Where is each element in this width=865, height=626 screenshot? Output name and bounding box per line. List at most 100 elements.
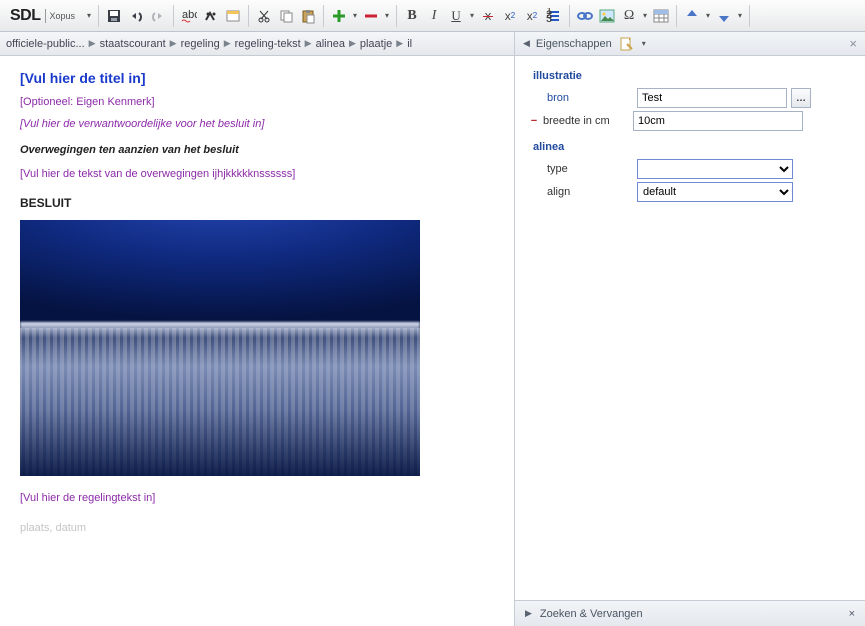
move-up-icon[interactable] [682, 6, 702, 26]
chevron-right-icon: ▶ [396, 38, 403, 49]
prop-row-type: type [527, 159, 853, 179]
chevron-right-icon: ▶ [89, 38, 96, 49]
editor-column: officiele-public... ▶ staatscourant ▶ rege… [0, 32, 515, 626]
browse-button[interactable]: … [791, 88, 811, 108]
search-replace-panel-header[interactable]: ▶ Zoeken & Vervangen × [515, 600, 865, 626]
underline-menu-drop[interactable]: ▾ [468, 8, 476, 24]
label-align: align [545, 186, 637, 198]
label-type: type [545, 163, 637, 175]
remove-icon[interactable] [361, 6, 381, 26]
separator [173, 5, 174, 27]
svg-text:2: 2 [546, 9, 552, 21]
crumb-5[interactable]: plaatje [360, 38, 392, 50]
product-name: Xopus [45, 9, 80, 23]
doc-optioneel[interactable]: [Optioneel: Eigen Kenmerk] [20, 96, 494, 108]
find-icon[interactable] [201, 6, 221, 26]
side-column: ◀ Eigenschappen ▾ × illustratie bron … −… [515, 32, 865, 626]
italic-icon[interactable]: I [424, 6, 444, 26]
expand-icon[interactable]: ▶ [525, 608, 532, 619]
label-breedte: breedte in cm [541, 115, 633, 127]
breadcrumb: officiele-public... ▶ staatscourant ▶ rege… [0, 32, 514, 56]
separator [676, 5, 677, 27]
chevron-right-icon: ▶ [170, 38, 177, 49]
cut-icon[interactable] [254, 6, 274, 26]
doc-besluit-head[interactable]: BESLUIT [20, 196, 494, 210]
underline-icon[interactable]: U [446, 6, 466, 26]
move-up-menu-drop[interactable]: ▾ [704, 8, 712, 24]
remove-menu-drop[interactable]: ▾ [383, 8, 391, 24]
panel-menu-drop[interactable]: ▾ [640, 36, 648, 52]
spellcheck-icon[interactable]: abc [179, 6, 199, 26]
doc-verantwoordelijke[interactable]: [Vul hier de verwantwoordelijke voor het… [20, 118, 494, 130]
toggle-panel-icon[interactable] [223, 6, 243, 26]
main-toolbar: SDL Xopus ▾ abc ▾ ▾ B I U ▾ x x2 x2 123 … [0, 0, 865, 32]
add-menu-drop[interactable]: ▾ [351, 8, 359, 24]
brand-logo: SDL [4, 7, 41, 25]
superscript-icon[interactable]: x2 [500, 6, 520, 26]
subscript-icon[interactable]: x2 [522, 6, 542, 26]
bold-icon[interactable]: B [402, 6, 422, 26]
save-icon[interactable] [104, 6, 124, 26]
section-illustratie: illustratie [533, 70, 853, 82]
separator [569, 5, 570, 27]
main-area: officiele-public... ▶ staatscourant ▶ rege… [0, 32, 865, 626]
crumb-6[interactable]: il [407, 38, 412, 50]
panel-doc-icon[interactable] [618, 36, 634, 52]
document-editor[interactable]: [Vul hier de titel in] [Optioneel: Eigen… [0, 56, 514, 626]
svg-text:abc: abc [182, 9, 197, 21]
product-menu-drop[interactable]: ▾ [85, 8, 93, 24]
image-icon[interactable] [597, 6, 617, 26]
separator [98, 5, 99, 27]
chevron-right-icon: ▶ [224, 38, 231, 49]
prop-row-breedte: − breedte in cm [527, 111, 853, 131]
search-replace-title: Zoeken & Vervangen [540, 608, 643, 620]
table-icon[interactable] [651, 6, 671, 26]
chevron-right-icon: ▶ [305, 38, 312, 49]
separator [396, 5, 397, 27]
select-align[interactable]: default [637, 182, 793, 202]
svg-text:1: 1 [546, 8, 552, 17]
list-icon[interactable]: 123 [544, 6, 564, 26]
input-breedte[interactable] [633, 111, 803, 131]
close-icon[interactable]: × [849, 608, 855, 620]
prop-row-align: align default [527, 182, 853, 202]
paste-icon[interactable] [298, 6, 318, 26]
strike-icon[interactable]: x [478, 6, 498, 26]
doc-overwegingen-head[interactable]: Overwegingen ten aanzien van het besluit [20, 144, 494, 156]
input-bron[interactable] [637, 88, 787, 108]
move-down-icon[interactable] [714, 6, 734, 26]
move-down-menu-drop[interactable]: ▾ [736, 8, 744, 24]
link-icon[interactable] [575, 6, 595, 26]
separator [749, 5, 750, 27]
select-type[interactable] [637, 159, 793, 179]
crumb-3[interactable]: regeling-tekst [235, 38, 301, 50]
doc-regelingtekst[interactable]: [Vul hier de regelingtekst in] [20, 492, 494, 504]
redo-icon[interactable] [148, 6, 168, 26]
properties-body: illustratie bron … − breedte in cm aline… [515, 56, 865, 600]
doc-image[interactable] [20, 220, 420, 476]
undo-icon[interactable] [126, 6, 146, 26]
crumb-2[interactable]: regeling [181, 38, 220, 50]
add-icon[interactable] [329, 6, 349, 26]
label-bron[interactable]: bron [545, 92, 637, 104]
crumb-1[interactable]: staatscourant [100, 38, 166, 50]
svg-text:3: 3 [546, 13, 552, 24]
separator [248, 5, 249, 27]
doc-plaats-datum[interactable]: plaats, datum [20, 522, 494, 534]
doc-overwegingen-text[interactable]: [Vul hier de tekst van de overwegingen i… [20, 168, 494, 180]
image-fg [20, 328, 420, 476]
panel-title: Eigenschappen [536, 38, 612, 50]
separator [323, 5, 324, 27]
chevron-right-icon: ▶ [349, 38, 356, 49]
doc-title[interactable]: [Vul hier de titel in] [20, 70, 494, 86]
crumb-4[interactable]: alinea [316, 38, 345, 50]
collapse-icon[interactable]: ◀ [523, 38, 530, 49]
prop-row-bron: bron … [527, 88, 853, 108]
copy-icon[interactable] [276, 6, 296, 26]
properties-panel-header[interactable]: ◀ Eigenschappen ▾ × [515, 32, 865, 56]
symbol-icon[interactable]: Ω [619, 6, 639, 26]
crumb-0[interactable]: officiele-public... [6, 38, 85, 50]
close-icon[interactable]: × [849, 36, 857, 51]
symbol-menu-drop[interactable]: ▾ [641, 8, 649, 24]
remove-prop-icon[interactable]: − [527, 115, 541, 127]
